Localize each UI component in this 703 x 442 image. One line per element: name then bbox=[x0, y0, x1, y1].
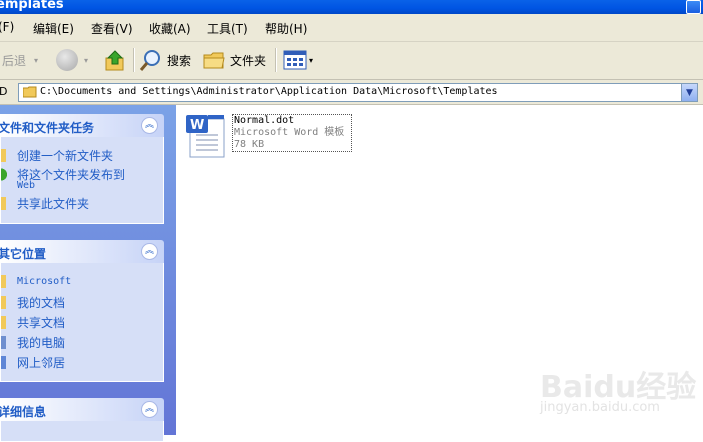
address-input[interactable]: C:\Documents and Settings\Administrator\… bbox=[18, 83, 698, 102]
task-new-folder-label: 创建一个新文件夹 bbox=[17, 149, 114, 163]
back-dropdown-icon: ▾ bbox=[34, 55, 39, 65]
task-pane: 文件和文件夹任务 ︽ 创建一个新文件夹 将这个文件夹发布到 Web 共享此文件夹… bbox=[0, 105, 176, 442]
task-share-folder-label: 共享此文件夹 bbox=[17, 197, 90, 211]
place-shared-documents-label: 共享文档 bbox=[17, 316, 66, 330]
forward-arrow-icon bbox=[56, 49, 78, 71]
folder-icon bbox=[23, 86, 37, 98]
place-microsoft-label: Microsoft bbox=[17, 276, 72, 287]
menu-tools[interactable]: 工具(T) bbox=[207, 20, 248, 37]
new-folder-icon bbox=[1, 149, 11, 162]
folders-button[interactable]: 文件夹 bbox=[203, 47, 266, 73]
task-share-folder[interactable]: 共享此文件夹 bbox=[1, 195, 89, 212]
other-places-header[interactable]: 其它位置 ︽ bbox=[0, 240, 164, 263]
details-title: 详细信息 bbox=[0, 405, 47, 419]
views-grid-icon bbox=[283, 50, 307, 70]
toolbar-separator bbox=[275, 48, 277, 72]
close-button[interactable] bbox=[686, 0, 701, 14]
place-my-computer-label: 我的电脑 bbox=[17, 336, 66, 350]
forward-dropdown-icon: ▾ bbox=[84, 55, 89, 65]
up-folder-icon bbox=[105, 50, 124, 71]
search-button[interactable]: 搜索 bbox=[139, 47, 191, 73]
views-dropdown-icon: ▾ bbox=[309, 55, 314, 65]
other-places-title: 其它位置 bbox=[0, 247, 47, 261]
file-tasks-body: 创建一个新文件夹 将这个文件夹发布到 Web 共享此文件夹 bbox=[0, 137, 164, 224]
place-my-computer[interactable]: 我的电脑 bbox=[1, 334, 65, 351]
search-icon bbox=[139, 50, 160, 71]
title-bar: emplates bbox=[0, 0, 703, 14]
computer-icon bbox=[1, 336, 11, 349]
details-header[interactable]: 详细信息 ︽ bbox=[0, 398, 164, 421]
place-network[interactable]: 网上邻居 bbox=[1, 354, 65, 371]
menu-bar: (F) 编辑(E) 查看(V) 收藏(A) 工具(T) 帮助(H) bbox=[0, 14, 703, 42]
menu-edit[interactable]: 编辑(E) bbox=[33, 20, 74, 37]
word-document-icon: W bbox=[186, 115, 225, 158]
file-tasks-title: 文件和文件夹任务 bbox=[0, 121, 95, 135]
search-label: 搜索 bbox=[167, 53, 192, 68]
file-size: 78 KB bbox=[234, 139, 265, 150]
up-button[interactable] bbox=[104, 47, 126, 73]
shared-documents-icon bbox=[1, 316, 11, 329]
address-path: C:\Documents and Settings\Administrator\… bbox=[40, 86, 498, 97]
menu-favorites[interactable]: 收藏(A) bbox=[149, 20, 191, 37]
svg-text:W: W bbox=[190, 118, 204, 133]
window-title: emplates bbox=[0, 0, 64, 12]
forward-button[interactable]: ▾ bbox=[56, 47, 88, 73]
menu-file[interactable]: (F) bbox=[0, 20, 14, 34]
back-button[interactable]: 后退 ▾ bbox=[2, 47, 38, 73]
file-tasks-header[interactable]: 文件和文件夹任务 ︽ bbox=[0, 114, 164, 137]
other-places-body: Microsoft 我的文档 共享文档 我的电脑 网上邻居 bbox=[0, 263, 164, 382]
place-my-documents-label: 我的文档 bbox=[17, 296, 66, 310]
back-label: 后退 bbox=[2, 53, 27, 68]
collapse-chevron-icon[interactable]: ︽ bbox=[141, 117, 158, 134]
place-my-documents[interactable]: 我的文档 bbox=[1, 294, 65, 311]
menu-help[interactable]: 帮助(H) bbox=[265, 20, 307, 37]
details-panel: 详细信息 ︽ bbox=[0, 398, 164, 442]
task-new-folder[interactable]: 创建一个新文件夹 bbox=[1, 147, 113, 164]
folder-icon bbox=[203, 52, 225, 69]
collapse-chevron-icon[interactable]: ︽ bbox=[141, 243, 158, 260]
file-tasks-panel: 文件和文件夹任务 ︽ 创建一个新文件夹 将这个文件夹发布到 Web 共享此文件夹 bbox=[0, 114, 164, 224]
address-dropdown-button[interactable]: ▼ bbox=[681, 84, 697, 101]
folders-label: 文件夹 bbox=[230, 53, 267, 68]
share-folder-icon bbox=[1, 197, 11, 210]
other-places-panel: 其它位置 ︽ Microsoft 我的文档 共享文档 我的电脑 网上邻居 bbox=[0, 240, 164, 382]
menu-view[interactable]: 查看(V) bbox=[91, 20, 133, 37]
toolbar-separator bbox=[133, 48, 135, 72]
collapse-chevron-icon[interactable]: ︽ bbox=[141, 401, 158, 418]
place-shared-documents[interactable]: 共享文档 bbox=[1, 314, 65, 331]
place-network-label: 网上邻居 bbox=[17, 356, 66, 370]
file-label: Normal.dot Microsoft Word 模板 78 KB bbox=[232, 114, 352, 152]
place-microsoft[interactable]: Microsoft bbox=[1, 275, 71, 288]
toolbar: 后退 ▾ ▾ 搜索 文件夹 ▾ bbox=[0, 42, 703, 80]
address-label: D bbox=[0, 85, 8, 98]
my-documents-icon bbox=[1, 296, 11, 309]
file-type: Microsoft Word 模板 bbox=[234, 127, 345, 138]
details-body bbox=[0, 421, 164, 442]
globe-icon bbox=[1, 168, 11, 181]
file-name: Normal.dot bbox=[234, 115, 295, 126]
folder-icon bbox=[1, 275, 11, 288]
file-item[interactable]: W Normal.dot Microsoft Word 模板 78 KB bbox=[184, 113, 354, 158]
address-bar: D C:\Documents and Settings\Administrato… bbox=[0, 80, 703, 105]
watermark-url: jingyan.baidu.com bbox=[540, 400, 660, 415]
task-publish-web-line2[interactable]: Web bbox=[17, 180, 35, 191]
network-icon bbox=[1, 356, 11, 369]
views-button[interactable]: ▾ bbox=[283, 47, 313, 73]
chevron-down-icon: ▼ bbox=[686, 87, 693, 98]
